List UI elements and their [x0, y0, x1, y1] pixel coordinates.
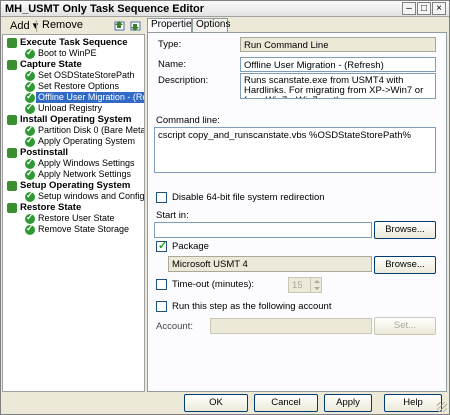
tree-item-label: Offline User Migration - (Refresh — [36, 92, 144, 103]
minimize-button[interactable]: – — [402, 2, 416, 15]
resize-grip-icon[interactable] — [437, 402, 447, 412]
tree-item-label: Set OSDStateStorePath — [38, 70, 135, 80]
tree-item-label: Execute Task Sequence — [20, 37, 128, 48]
help-button[interactable]: Help — [384, 394, 442, 412]
window-title: MH_USMT Only Task Sequence Editor — [5, 3, 205, 15]
start-in-field[interactable] — [154, 222, 372, 238]
add-label: Add — [10, 20, 30, 32]
account-field[interactable] — [210, 318, 372, 334]
timeout-label: Time-out (minutes): — [172, 279, 254, 290]
tree-item-label: Set Restore Options — [38, 81, 120, 91]
folder-icon — [7, 115, 17, 125]
title-bar[interactable]: MH_USMT Only Task Sequence Editor – □ × — [1, 1, 449, 17]
tree-item-label: Apply Operating System — [38, 136, 136, 146]
description-field[interactable]: Runs scanstate.exe from USMT4 with Hardl… — [240, 73, 436, 99]
tree-item-label: Apply Windows Settings — [38, 158, 135, 168]
tab-properties[interactable]: Properties — [147, 18, 197, 33]
tree-item-label: Partition Disk 0 (Bare Metal) — [38, 125, 145, 135]
name-field[interactable]: Offline User Migration - (Refresh) — [240, 57, 436, 72]
check-icon — [25, 102, 35, 114]
account-label: Account: — [156, 321, 193, 332]
tree-item-label: Unload Registry — [38, 103, 103, 113]
close-button[interactable]: × — [432, 2, 446, 15]
toolbar-divider — [36, 20, 37, 32]
name-label: Name: — [158, 59, 186, 70]
tree-item-label: Restore User State — [38, 213, 115, 223]
disable-64bit-checkbox[interactable] — [156, 192, 167, 203]
folder-icon — [7, 203, 17, 213]
check-icon — [25, 47, 35, 59]
command-line-field[interactable]: cscript copy_and_runscanstate.vbs %OSDSt… — [154, 127, 436, 173]
apply-button[interactable]: Apply — [324, 394, 372, 412]
dialog-button-bar: OK Cancel Apply Help — [1, 392, 449, 414]
folder-icon — [7, 60, 17, 70]
type-label: Type: — [158, 39, 182, 50]
folder-icon — [7, 148, 17, 158]
start-in-label: Start in: — [156, 210, 189, 221]
disable-64bit-label: Disable 64-bit file system redirection — [172, 192, 325, 203]
run-as-label: Run this step as the following account — [172, 301, 332, 312]
timeout-spinner[interactable] — [310, 277, 322, 293]
tab-strip: Properties Options — [147, 18, 447, 33]
timeout-checkbox[interactable] — [156, 279, 167, 290]
folder-icon — [7, 181, 17, 191]
package-label: Package — [172, 241, 209, 252]
folder-icon — [7, 38, 17, 48]
tree-item-label: Remove State Storage — [38, 224, 130, 234]
toolbar: Add ▾ Remove — [2, 18, 146, 34]
check-icon — [25, 223, 35, 235]
start-in-browse-button[interactable]: Browse... — [374, 221, 436, 239]
run-as-checkbox[interactable] — [156, 301, 167, 312]
remove-button[interactable]: Remove — [42, 19, 83, 31]
tree-item-label: Boot to WinPE — [38, 48, 97, 58]
tab-options[interactable]: Options — [192, 18, 230, 32]
check-icon — [25, 135, 35, 147]
cancel-button[interactable]: Cancel — [254, 394, 318, 412]
tree-item-label: Setup windows and ConfigMgr — [38, 191, 145, 201]
move-down-icon[interactable] — [130, 20, 142, 32]
ok-button[interactable]: OK — [184, 394, 248, 412]
check-icon — [25, 190, 35, 202]
type-value: Run Command Line — [240, 37, 436, 52]
properties-panel: Type: Run Command Line Name: Offline Use… — [147, 32, 447, 392]
add-button[interactable]: Add ▾ — [10, 19, 38, 32]
package-checkbox[interactable] — [156, 239, 167, 252]
command-line-label: Command line: — [156, 115, 220, 126]
check-icon — [25, 168, 35, 180]
tree-item-label: Apply Network Settings — [38, 169, 132, 179]
tree-item-label: Install Operating System — [20, 114, 132, 125]
move-up-icon[interactable] — [114, 20, 126, 32]
maximize-button[interactable]: □ — [417, 2, 431, 15]
task-sequence-tree[interactable]: Execute Task SequenceBoot to WinPECaptur… — [2, 34, 145, 392]
tree-item-label: Setup Operating System — [20, 180, 131, 191]
description-label: Description: — [158, 75, 209, 86]
package-value: Microsoft USMT 4 — [168, 256, 372, 272]
task-sequence-editor-window: MH_USMT Only Task Sequence Editor – □ × … — [0, 0, 450, 415]
package-browse-button[interactable]: Browse... — [374, 256, 436, 274]
set-account-button[interactable]: Set... — [374, 317, 436, 335]
